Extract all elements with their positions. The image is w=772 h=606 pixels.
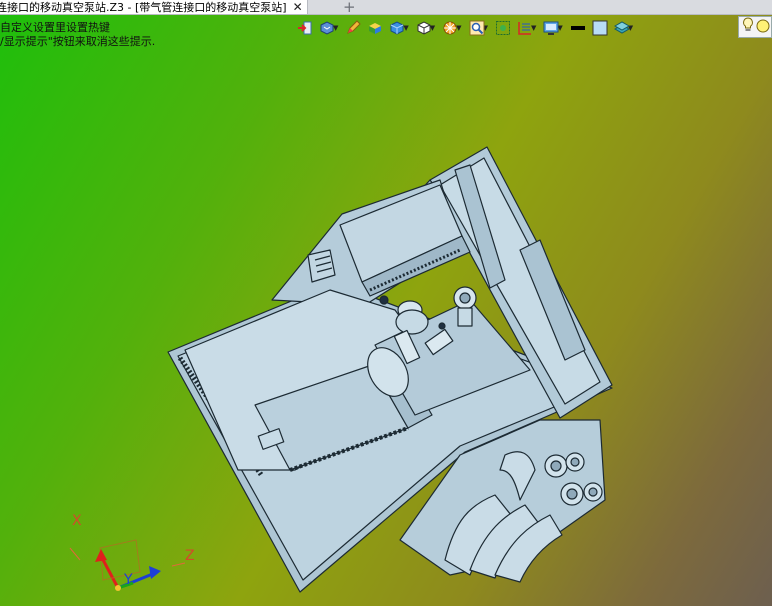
- face-color-icon[interactable]: [589, 18, 611, 38]
- axis-z-label: Z: [185, 548, 195, 564]
- zoom-icon[interactable]: [466, 18, 488, 38]
- sketch-grid-icon[interactable]: [514, 18, 536, 38]
- view-toolbar: ▼ ▼ ▼ ▼ ▼ ▼ ▼ ▼: [294, 18, 637, 38]
- axis-triad: X Z Y: [69, 513, 195, 591]
- import-icon[interactable]: [294, 18, 316, 38]
- shaded-solid-icon[interactable]: [364, 18, 386, 38]
- document-tab-title: 连接口的移动真空泵站.Z3 - [带气管连接口的移动真空泵站]: [0, 0, 287, 14]
- axis-x-label: X: [72, 513, 82, 529]
- section-view-icon[interactable]: [439, 18, 461, 38]
- document-tab[interactable]: 连接口的移动真空泵站.Z3 - [带气管连接口的移动真空泵站] ✕: [0, 0, 308, 14]
- cad-application: 连接口的移动真空泵站.Z3 - [带气管连接口的移动真空泵站] ✕ + 自定义设…: [0, 0, 772, 606]
- axis-y-label: Y: [123, 572, 133, 588]
- line-color-icon[interactable]: [567, 18, 589, 38]
- layer-icon[interactable]: [611, 18, 633, 38]
- display-settings-icon[interactable]: [540, 18, 562, 38]
- zoom-fit-icon[interactable]: [492, 18, 514, 38]
- new-tab-button[interactable]: +: [343, 0, 356, 16]
- hint-line-1: 自定义设置里设置热键: [0, 21, 110, 34]
- pencil-icon[interactable]: [342, 18, 364, 38]
- close-tab-icon[interactable]: ✕: [293, 0, 303, 14]
- lighting-toolbar: [738, 16, 772, 38]
- cube-blue-icon[interactable]: [386, 18, 408, 38]
- graphics-viewport[interactable]: X Z Y: [0, 38, 772, 606]
- light-circle-icon[interactable]: [756, 18, 770, 37]
- cube-white-icon[interactable]: [413, 18, 435, 38]
- view-orient-icon[interactable]: [316, 18, 338, 38]
- lightbulb-icon[interactable]: [742, 17, 754, 37]
- document-tab-bar: 连接口的移动真空泵站.Z3 - [带气管连接口的移动真空泵站] ✕ +: [0, 0, 772, 16]
